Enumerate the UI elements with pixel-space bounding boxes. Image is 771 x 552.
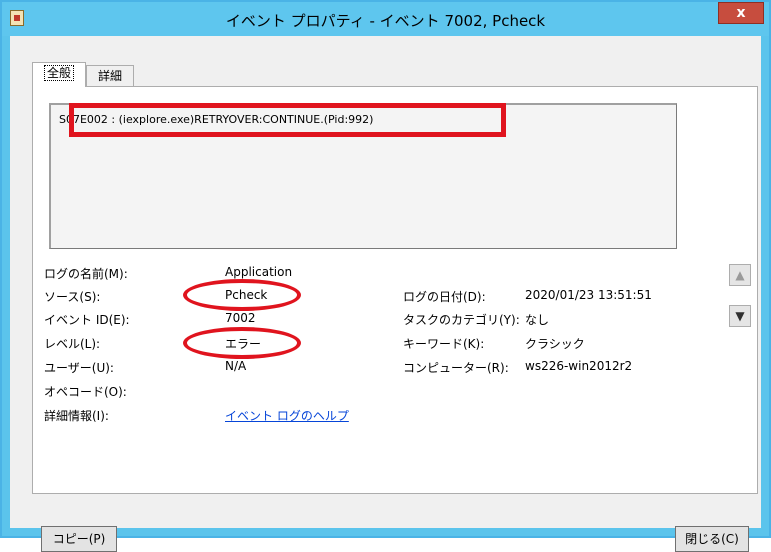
keywords-value: クラシック — [525, 337, 585, 351]
event-log-help-link[interactable]: イベント ログのヘルプ — [225, 407, 349, 424]
close-button[interactable]: 閉じる(C) — [675, 526, 749, 552]
logged-date-label: ログの日付(D): — [403, 290, 486, 304]
highlight-ellipse-level — [183, 327, 301, 359]
user-value: N/A — [225, 359, 247, 373]
arrow-up-icon: ▲ — [735, 268, 745, 282]
highlight-rectangle — [69, 103, 506, 137]
task-category-value: なし — [525, 313, 550, 327]
event-id-label: イベント ID(E): — [44, 313, 130, 327]
tab-general-label: 全般 — [43, 65, 74, 81]
details-label: 詳細情報(I): — [44, 409, 109, 423]
copy-button[interactable]: コピー(P) — [41, 526, 117, 552]
window-title: イベント プロパティ - イベント 7002, Pcheck — [225, 12, 546, 30]
tab-details-label: 詳細 — [97, 69, 122, 83]
user-label: ユーザー(U): — [44, 361, 114, 375]
previous-event-button[interactable]: ▲ — [729, 264, 751, 286]
log-name-value: Application — [225, 265, 293, 279]
logged-date-value: 2020/01/23 13:51:51 — [525, 288, 652, 302]
close-window-button[interactable]: x — [718, 2, 764, 24]
title-bar: イベント プロパティ - イベント 7002, Pcheck x — [2, 2, 769, 36]
tab-general[interactable]: 全般 — [32, 62, 86, 87]
event-id-value: 7002 — [225, 311, 256, 325]
log-name-label: ログの名前(M): — [44, 267, 128, 281]
arrow-down-icon: ▼ — [735, 309, 745, 323]
general-tab-panel: S07E002 : (iexplore.exe)RETRYOVER:CONTIN… — [32, 86, 758, 494]
computer-value: ws226-win2012r2 — [525, 359, 633, 373]
keywords-label: キーワード(K): — [403, 337, 485, 351]
task-category-label: タスクのカテゴリ(Y): — [403, 313, 520, 327]
highlight-ellipse-source — [183, 279, 301, 311]
tab-details[interactable]: 詳細 — [86, 65, 134, 87]
next-event-button[interactable]: ▼ — [729, 305, 751, 327]
dialog-client-area: 全般 詳細 S07E002 : (iexplore.exe)RETRYOVER:… — [10, 36, 761, 552]
level-label: レベル(L): — [44, 337, 101, 351]
event-properties-window: イベント プロパティ - イベント 7002, Pcheck x 全般 詳細 S… — [0, 0, 771, 552]
source-label: ソース(S): — [44, 290, 101, 304]
computer-label: コンピューター(R): — [403, 361, 509, 375]
event-description-box[interactable]: S07E002 : (iexplore.exe)RETRYOVER:CONTIN… — [49, 103, 677, 249]
opcode-label: オペコード(O): — [44, 385, 127, 399]
